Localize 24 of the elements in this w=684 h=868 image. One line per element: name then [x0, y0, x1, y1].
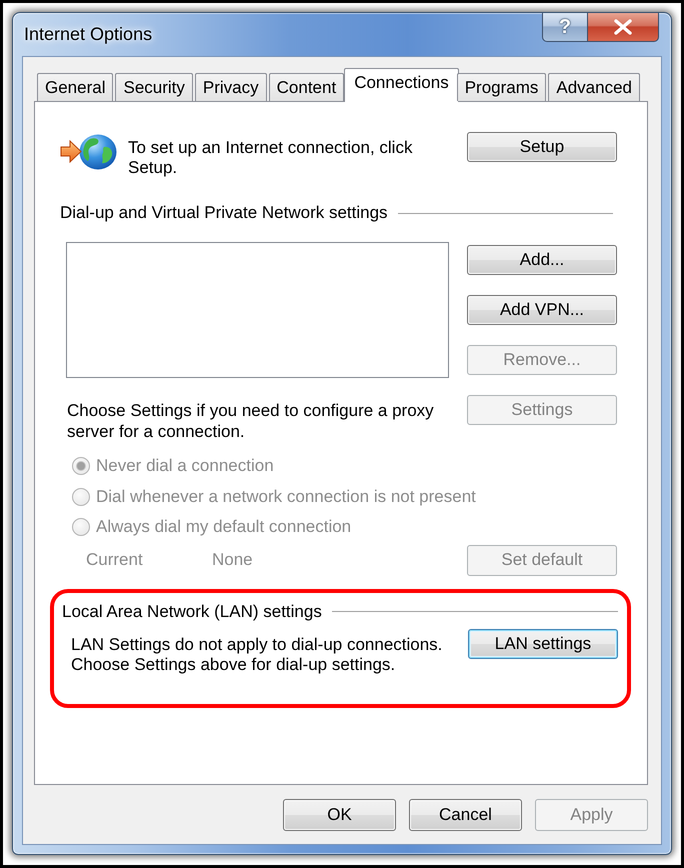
add-button[interactable]: Add...	[467, 245, 617, 275]
cancel-button[interactable]: Cancel	[409, 799, 522, 831]
tab[interactable]: Security	[115, 73, 193, 101]
current-value: None	[212, 550, 253, 570]
tab[interactable]: Privacy	[194, 73, 267, 101]
add-vpn-button[interactable]: Add VPN...	[467, 295, 617, 325]
window-title: Internet Options	[24, 24, 152, 45]
ok-button[interactable]: OK	[283, 799, 396, 831]
tab[interactable]: Content	[268, 73, 344, 101]
globe-arrow-icon	[60, 133, 117, 170]
tab[interactable]: General	[37, 73, 114, 101]
close-icon	[614, 19, 632, 35]
close-button[interactable]	[587, 13, 659, 42]
group-heading: Dial-up and Virtual Private Network settings	[60, 203, 388, 223]
tab[interactable]: Connections	[344, 68, 459, 102]
setup-instructions: To set up an Internet connection, click Setup.	[128, 138, 414, 178]
lan-settings-button[interactable]: LAN settings	[468, 628, 618, 658]
group-heading: Local Area Network (LAN) settings	[62, 602, 322, 622]
current-label: Current	[86, 550, 144, 570]
tab[interactable]: Advanced	[548, 73, 640, 101]
proxy-hint: Choose Settings if you need to configure a proxy server for a connection.	[67, 400, 435, 442]
lan-hint: LAN Settings do not apply to dial-up connections. Choose Settings above for dial-up settings.	[71, 634, 444, 674]
tab[interactable]: Programs	[456, 73, 546, 101]
setup-button[interactable]: Setup	[467, 132, 617, 162]
